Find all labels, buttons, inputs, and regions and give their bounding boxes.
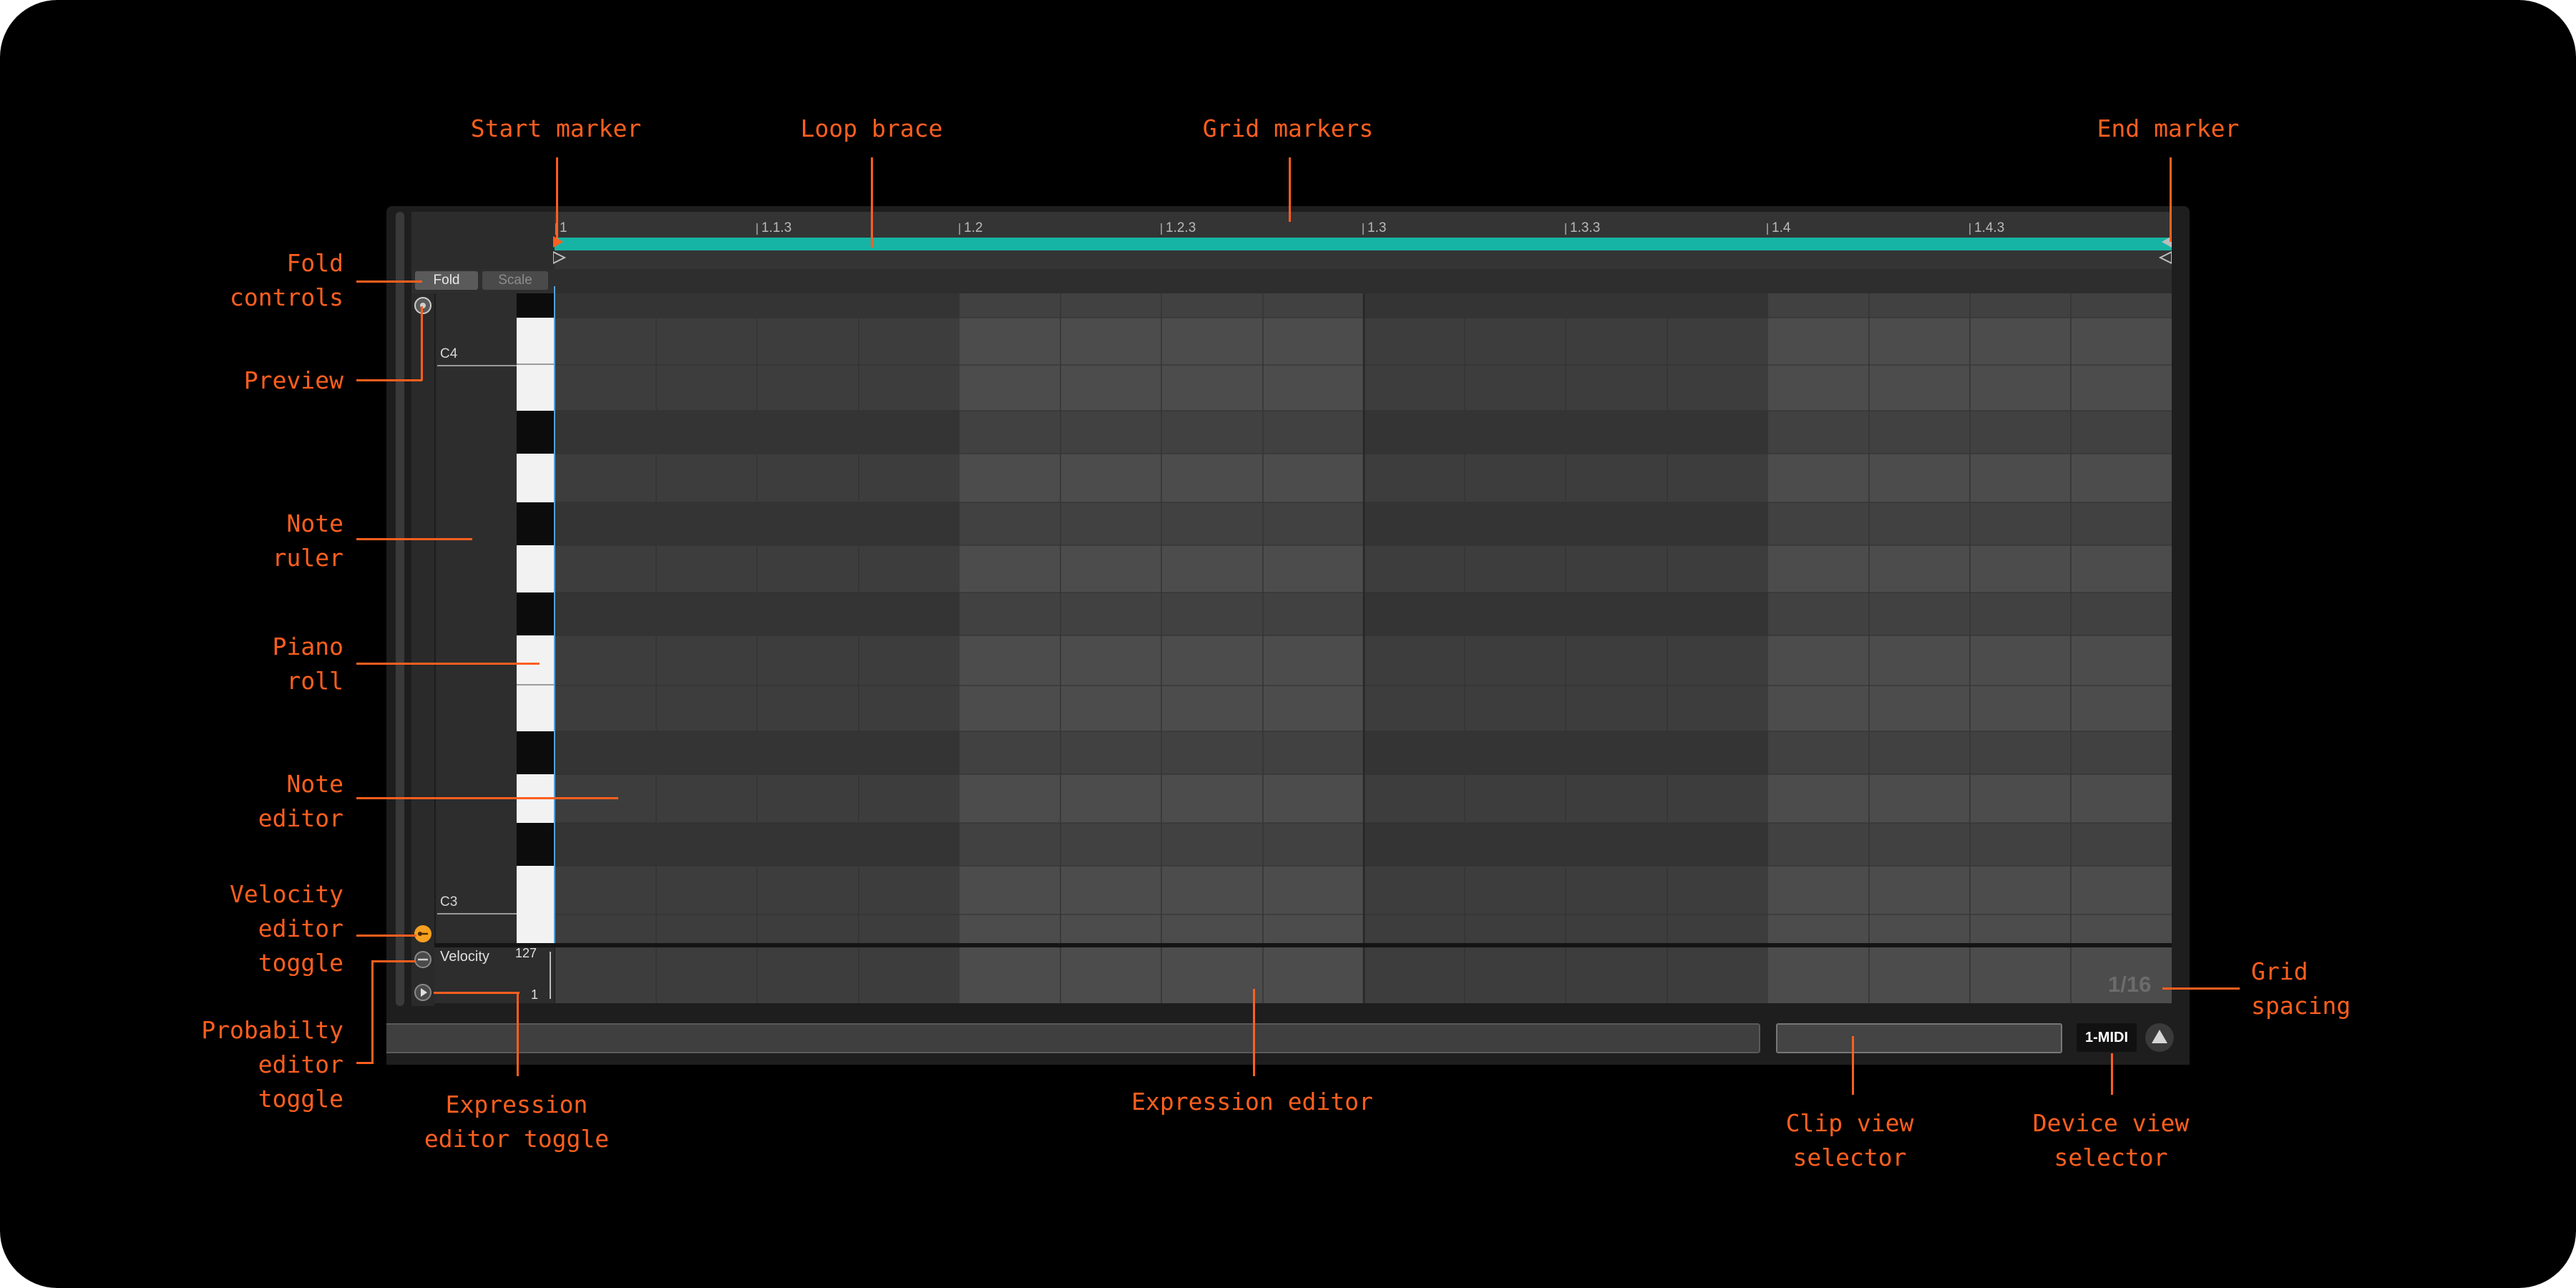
ruler-tick-7 — [1767, 223, 1768, 235]
annotation-expression-editor: Expression editor — [1131, 1088, 1373, 1116]
callout-line — [517, 992, 519, 1076]
left-scroll-strip[interactable] — [396, 212, 404, 1006]
play-triangle-icon[interactable] — [414, 983, 432, 1002]
callout-line — [1253, 989, 1255, 1076]
note-line-c4 — [437, 365, 517, 366]
ruler-tick-5 — [1362, 223, 1364, 235]
ruler-tick-8 — [1969, 223, 1971, 235]
white-key-divider — [517, 364, 554, 365]
callout-line — [2162, 987, 2240, 990]
annotation-expression-editor-toggle: Expression editor toggle — [424, 1091, 610, 1153]
clip-view-selector[interactable] — [1776, 1023, 2062, 1053]
note-line-c3 — [437, 913, 517, 914]
scale-button[interactable]: Scale — [482, 271, 548, 290]
callout-line — [356, 379, 422, 381]
black-key[interactable] — [517, 411, 554, 454]
ruler-tick-label: 1.2.3 — [1166, 220, 1196, 235]
ruler-tick-label: 1.1.3 — [761, 220, 792, 235]
annotation-preview: Preview — [243, 366, 343, 394]
ruler-tick-3 — [959, 223, 960, 235]
callout-line — [434, 992, 519, 994]
callout-line — [356, 280, 422, 283]
velocity-scale-line — [550, 952, 551, 999]
ruler-tick-6 — [1565, 223, 1566, 235]
loop-brace[interactable] — [555, 238, 2172, 250]
note-editor[interactable] — [555, 293, 2172, 943]
callout-line — [871, 157, 873, 248]
ruler-tick-label: 1 — [560, 220, 567, 235]
ruler-tick-label: 1.2 — [964, 220, 983, 235]
ruler-tick-label: 1.3.3 — [1570, 220, 1601, 235]
device-view-selector[interactable]: 1-MIDI — [2077, 1023, 2137, 1052]
callout-line — [371, 960, 416, 962]
callout-line — [421, 306, 423, 381]
probability-toggle-icon[interactable] — [414, 950, 432, 969]
annotated-screenshot: 1 1.1.3 1.2 1.2.3 1.3 1.3.3 1.4 1.4.3 Fo… — [0, 0, 2576, 1288]
callout-line — [371, 960, 374, 1064]
callout-line — [2111, 1053, 2113, 1095]
triangle-icon[interactable] — [2144, 1022, 2175, 1053]
ruler-tick-label: 1.4 — [1772, 220, 1791, 235]
note-label-c4: C4 — [440, 346, 458, 361]
velocity-min-label: 1 — [531, 987, 539, 1002]
white-key-divider — [517, 684, 554, 686]
callout-line — [356, 797, 618, 799]
callout-line — [556, 157, 558, 242]
fold-row — [411, 269, 2172, 293]
black-key[interactable] — [517, 502, 554, 545]
annotation-grid-spacing: Grid spacing — [2251, 957, 2351, 1020]
black-key[interactable] — [517, 823, 554, 866]
annotation-clip-view-selector: Clip view selector — [1785, 1109, 1914, 1171]
horizontal-scrollbar[interactable] — [386, 1023, 1760, 1053]
note-label-c3: C3 — [440, 894, 458, 909]
annotation-end-marker: End marker — [2097, 114, 2240, 142]
toggle-column — [411, 293, 434, 1006]
annotation-piano-roll: Piano roll — [272, 633, 343, 695]
callout-line — [356, 663, 540, 665]
annotation-fold-controls: Fold controls — [230, 249, 343, 311]
ruler-corner — [411, 212, 555, 269]
piano-roll[interactable] — [517, 293, 554, 943]
black-key[interactable] — [517, 731, 554, 774]
ruler-tick-2 — [756, 223, 758, 235]
grid-spacing-readout[interactable]: 1/16 — [2108, 972, 2151, 997]
callout-line — [2170, 157, 2172, 242]
ruler-tick-4 — [1161, 223, 1162, 235]
note-ruler[interactable] — [434, 293, 518, 943]
velocity-max-label: 127 — [515, 946, 537, 960]
black-key[interactable] — [517, 293, 554, 318]
callout-line — [356, 935, 416, 937]
annotation-start-marker: Start marker — [470, 114, 642, 142]
annotation-grid-markers: Grid markers — [1202, 114, 1374, 142]
black-key[interactable] — [517, 592, 554, 635]
annotation-note-ruler: Note ruler — [272, 509, 343, 572]
callout-line — [356, 538, 472, 540]
velocity-label: Velocity — [440, 949, 489, 965]
ruler-tick-label: 1.4.3 — [1974, 220, 2005, 235]
velocity-toggle-icon[interactable] — [414, 924, 432, 943]
callout-line — [1852, 1036, 1854, 1095]
annotation-velocity-editor-toggle: Velocity editor toggle — [230, 880, 343, 977]
expression-editor[interactable] — [555, 947, 2172, 1003]
ruler-tick-label: 1.3 — [1367, 220, 1387, 235]
annotation-device-view-selector: Device view selector — [2032, 1109, 2190, 1171]
fold-button[interactable]: Fold — [415, 271, 478, 290]
annotation-loop-brace: Loop brace — [800, 114, 943, 142]
headphones-icon[interactable] — [414, 296, 432, 315]
annotation-probability-editor-toggle: Probabilty editor toggle — [201, 1016, 343, 1113]
callout-line — [1289, 157, 1291, 222]
annotation-note-editor: Note editor — [258, 770, 343, 832]
